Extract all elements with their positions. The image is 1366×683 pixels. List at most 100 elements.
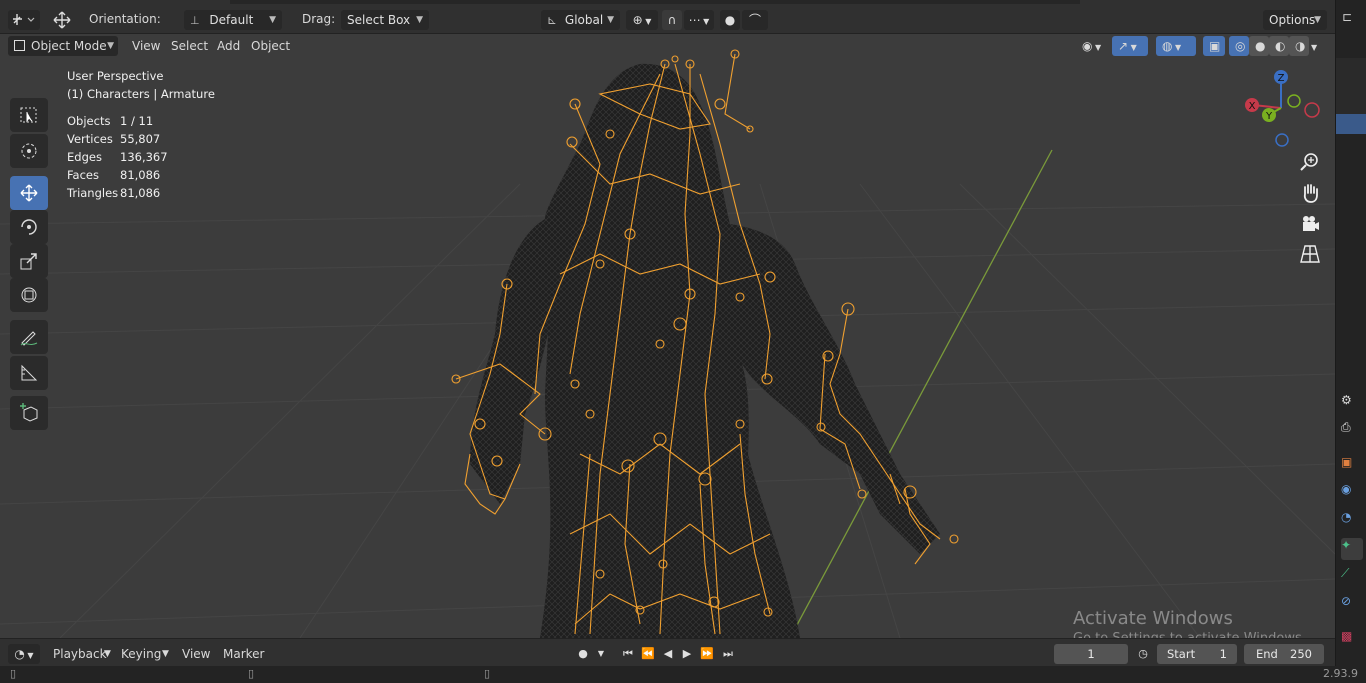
perspective-toggle-button[interactable] xyxy=(1297,241,1323,267)
transform-orientation-value: Global xyxy=(564,13,604,27)
annotate-pencil-icon xyxy=(20,331,38,346)
global-axes-icon: ⊾ xyxy=(547,13,558,27)
workspace-tabs-strip xyxy=(230,0,1080,4)
menu-select[interactable]: Select xyxy=(165,36,214,56)
rendered-shading-button[interactable]: ◑ xyxy=(1289,36,1309,56)
end-frame-field[interactable]: End 250 xyxy=(1244,644,1324,664)
menu-playback[interactable]: Playback xyxy=(53,644,107,664)
jump-end-icon: ⏭ xyxy=(723,647,733,660)
material-shading-button[interactable]: ◐ xyxy=(1269,36,1289,56)
menu-add[interactable]: Add xyxy=(211,36,246,56)
outliner-filter-icon[interactable]: ⊏ xyxy=(1342,10,1352,24)
pan-button[interactable] xyxy=(1297,180,1323,206)
chevron-down-icon: ▼ xyxy=(1311,43,1318,52)
xray-toggle[interactable]: ▣ xyxy=(1203,36,1225,56)
mode-dropdown[interactable]: Object Mode ▼ xyxy=(8,36,118,56)
chevron-down-icon: ▼ xyxy=(104,649,111,659)
3d-viewport[interactable]: User Perspective (1) Characters | Armatu… xyxy=(0,34,1335,638)
drag-dropdown[interactable]: Select Box ▼ xyxy=(341,10,429,30)
pivot-point-button[interactable]: ⊕ ▼ xyxy=(626,10,658,30)
transform-tool[interactable] xyxy=(10,278,48,312)
play-button[interactable]: ▶ xyxy=(677,644,697,664)
jump-end-button[interactable]: ⏭ xyxy=(718,644,738,664)
viewport-info: User Perspective (1) Characters | Armatu… xyxy=(67,67,215,103)
select-box-tool[interactable] xyxy=(10,98,48,132)
move-tool[interactable] xyxy=(10,176,48,210)
activate-windows-watermark: Activate Windows Go to Settings to activ… xyxy=(1073,608,1306,638)
gizmo-arrow-icon: ↗ xyxy=(1118,39,1129,53)
bone-constraint-tab-icon[interactable]: ⊘ xyxy=(1341,594,1363,616)
proportional-edit-toggle[interactable]: ● xyxy=(720,10,740,30)
version-label: 2.93.9 xyxy=(1323,667,1358,680)
stopwatch-icon[interactable]: ◷ xyxy=(1133,644,1153,664)
select-box-icon xyxy=(20,107,37,123)
prev-keyframe-button[interactable]: ⏪ xyxy=(638,644,658,664)
timeline-editor-type-button[interactable]: ◔ ▼ xyxy=(8,644,40,664)
shading-options-dropdown[interactable]: ▼ xyxy=(1309,36,1325,56)
orientation-icon: ⊥ xyxy=(190,14,200,27)
falloff-dropdown[interactable]: ⌒ xyxy=(742,10,768,30)
tool-tab-icon[interactable]: ⚙ xyxy=(1341,393,1363,415)
wireframe-shading-button[interactable]: ◎ xyxy=(1229,36,1249,56)
navigation-gizmo[interactable]: Z X Y xyxy=(1240,68,1322,148)
overlay-toggle[interactable]: ◍ ▼ xyxy=(1156,36,1196,56)
end-value: 250 xyxy=(1290,647,1312,661)
magnet-icon: ∩ xyxy=(667,13,677,27)
modifier-tab-icon[interactable]: ◉ xyxy=(1341,482,1363,504)
object-tab-icon[interactable]: ▣ xyxy=(1341,455,1363,477)
scale-tool[interactable] xyxy=(10,244,48,278)
menu-object[interactable]: Object xyxy=(245,36,296,56)
current-frame-field[interactable]: 1 xyxy=(1054,644,1128,664)
menu-marker[interactable]: Marker xyxy=(223,644,264,664)
prev-keyframe-icon: ⏪ xyxy=(641,647,655,660)
jump-start-button[interactable]: ⏮ xyxy=(618,644,638,664)
annotate-tool[interactable] xyxy=(10,320,48,354)
ruler-icon xyxy=(21,364,38,381)
clock-icon: ◔ xyxy=(14,647,25,661)
gizmo-z-label: Z xyxy=(1278,73,1285,84)
orientation-dropdown[interactable]: ⊥ Default ▼ xyxy=(184,10,282,30)
rotate-tool[interactable] xyxy=(10,210,48,244)
camera-view-button[interactable] xyxy=(1297,211,1323,237)
next-keyframe-icon: ⏩ xyxy=(700,647,714,660)
stat-objects: Objects 1 / 11 xyxy=(67,114,154,128)
measure-tool[interactable] xyxy=(10,356,48,390)
editor-type-button[interactable] xyxy=(8,10,40,30)
drag-value: Select Box xyxy=(347,13,411,27)
orientation-label: Orientation: xyxy=(89,12,161,26)
visibility-dropdown[interactable]: ◉ ▼ xyxy=(1076,36,1108,56)
particles-tab-icon[interactable]: ◔ xyxy=(1341,510,1363,532)
watermark-title: Activate Windows xyxy=(1073,608,1233,629)
zoom-button[interactable] xyxy=(1297,149,1323,175)
snap-toggle[interactable]: ∩ xyxy=(662,10,682,30)
scene-statistics: Objects 1 / 11 Vertices 55,807 Edges 136,36… xyxy=(67,112,168,202)
rotate-icon xyxy=(21,219,37,235)
gizmo-toggle[interactable]: ↗ ▼ xyxy=(1112,36,1148,56)
move-gizmo-icon[interactable] xyxy=(48,10,76,30)
snap-target-dropdown[interactable]: ⋯ ▼ xyxy=(684,10,714,30)
solid-shading-button[interactable]: ● xyxy=(1249,36,1269,56)
falloff-curve-icon: ⌒ xyxy=(748,13,761,27)
play-reverse-button[interactable]: ◀ xyxy=(658,644,678,664)
viewport-header: Object Mode ▼ View Select Add Object ◉ ▼ … xyxy=(0,34,1335,60)
menu-keying[interactable]: Keying xyxy=(121,644,161,664)
render-tab-icon[interactable]: ⎙ xyxy=(1341,420,1363,442)
record-button[interactable]: ● xyxy=(573,644,593,664)
play-reverse-icon: ◀ xyxy=(663,647,673,660)
texture-tab-icon[interactable]: ▩ xyxy=(1341,629,1363,651)
outliner-selected-row[interactable] xyxy=(1336,114,1366,134)
armature-data-tab-icon[interactable]: ✦ xyxy=(1341,538,1363,560)
bone-tab-icon[interactable]: ⟋ xyxy=(1341,566,1363,588)
next-keyframe-button[interactable]: ⏩ xyxy=(697,644,717,664)
options-dropdown[interactable]: Options ▼ xyxy=(1263,10,1327,30)
transform-orientation-dropdown[interactable]: ⊾ Global ▼ xyxy=(541,10,620,30)
eye-icon: ◉ xyxy=(1082,39,1093,53)
menu-view[interactable]: View xyxy=(182,644,210,664)
cursor-tool[interactable] xyxy=(10,134,48,168)
drag-label: Drag: xyxy=(302,12,336,26)
chevron-down-icon: ▼ xyxy=(597,649,605,658)
add-cube-tool[interactable] xyxy=(10,396,48,430)
menu-view[interactable]: View xyxy=(126,36,166,56)
orientation-value: Default xyxy=(209,13,254,27)
start-frame-field[interactable]: Start 1 xyxy=(1157,644,1237,664)
